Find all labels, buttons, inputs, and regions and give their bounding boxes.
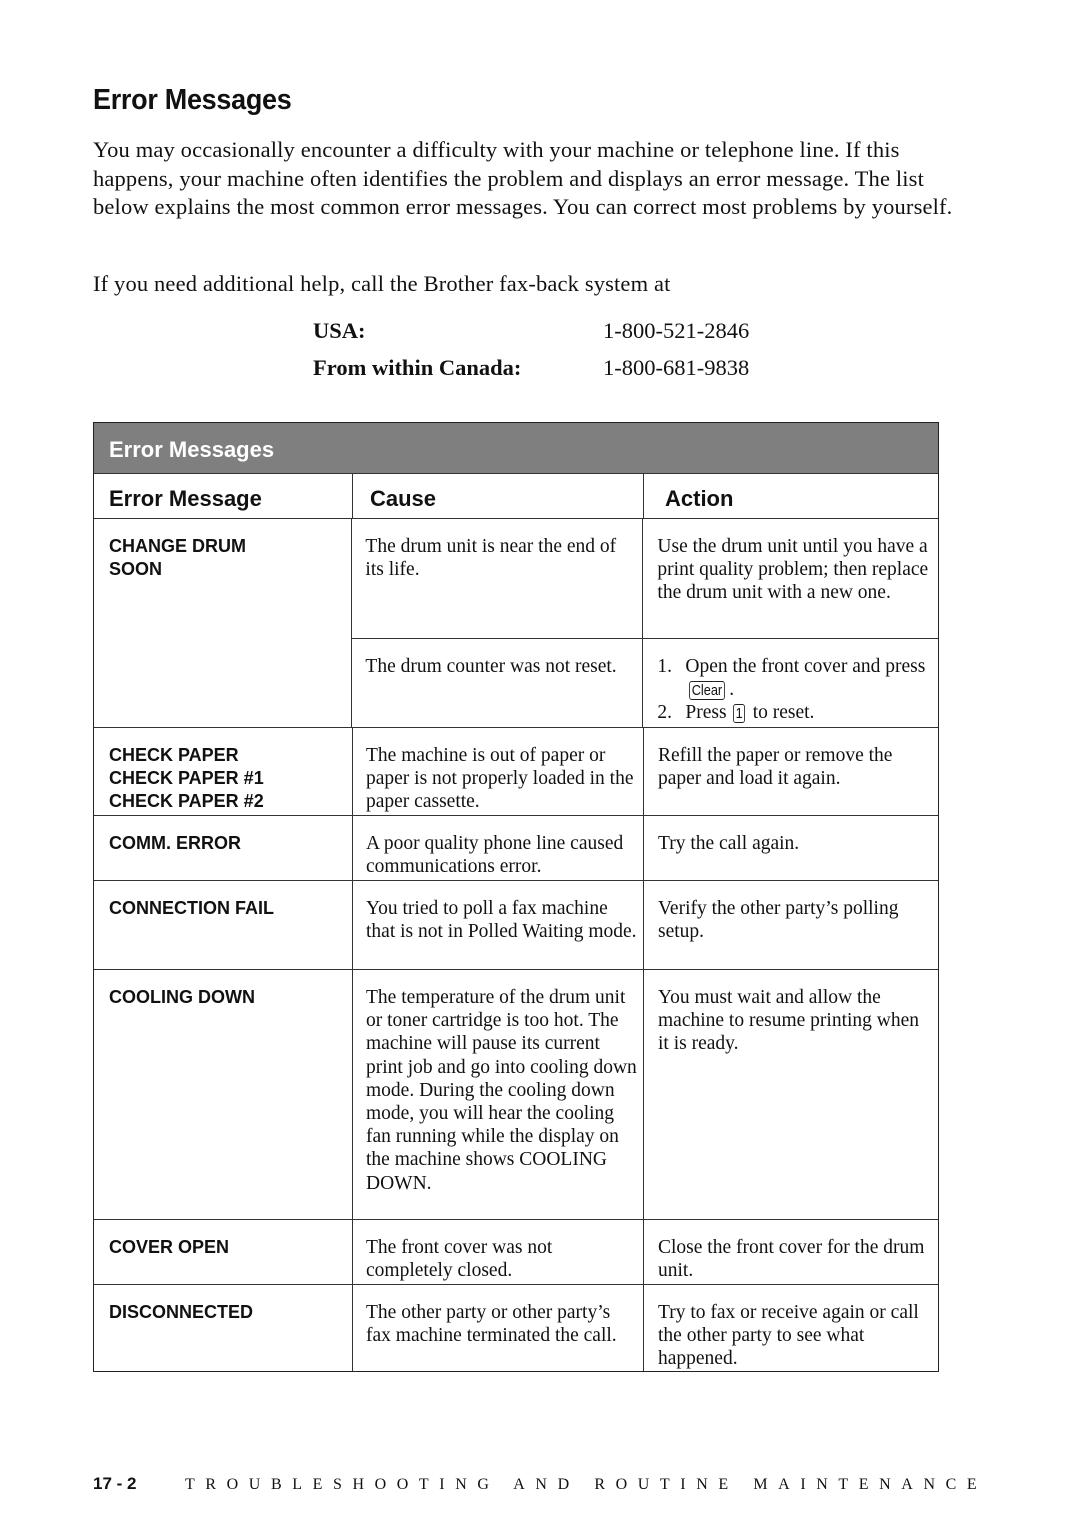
table-row: COMM. ERROR A poor quality phone line ca… — [94, 816, 938, 881]
action-cell: Verify the other party’s polling setup. — [658, 898, 899, 943]
error-message-line: CHECK PAPER — [109, 745, 239, 765]
column-header-action: Action — [665, 486, 734, 511]
error-message-cell: COMM. ERROR — [94, 816, 353, 880]
action-cell: Try to fax or receive again or call the … — [658, 1302, 919, 1370]
step-text-after: to reset. — [752, 702, 815, 724]
error-message-cell: COVER OPEN — [94, 1220, 353, 1284]
table-row: CHANGE DRUM SOON The drum unit is near t… — [94, 519, 938, 728]
contact-number: 1-800-521-2846 — [603, 318, 750, 343]
error-messages-table: Error Messages Error Message Cause Actio… — [93, 422, 939, 1372]
error-message-line: COMM. ERROR — [109, 833, 241, 853]
error-message-line: SOON — [109, 559, 163, 579]
table-header-row: Error Message Cause Action — [94, 474, 938, 519]
error-message-line: CHANGE DRUM — [109, 536, 246, 556]
sub-row: The drum counter was not reset. 1. Open … — [352, 639, 938, 727]
cause-cell: The drum counter was not reset. — [352, 639, 644, 727]
action-cell: You must wait and allow the machine to r… — [658, 987, 920, 1055]
sub-rows: The drum unit is near the end of its lif… — [352, 519, 938, 727]
contact-number: 1-800-681-9838 — [603, 355, 750, 380]
clear-key-icon: Clear — [689, 681, 726, 701]
intro-paragraph: You may occasionally encounter a difficu… — [93, 137, 953, 219]
page-number: 17 - 2 — [93, 1474, 137, 1493]
step-text-after: . — [729, 679, 735, 701]
step-text-before: Open the front cover and press — [685, 656, 926, 677]
step-text: Press 1 to reset. — [685, 701, 814, 724]
table-row: CHECK PAPER CHECK PAPER #1 CHECK PAPER #… — [94, 728, 938, 816]
error-message-line: DISCONNECTED — [109, 1302, 254, 1322]
help-paragraph: If you need additional help, call the Br… — [93, 271, 671, 296]
cause-cell: The drum unit is near the end of its lif… — [352, 519, 644, 638]
action-cell: Refill the paper or remove the paper and… — [658, 745, 893, 790]
contact-canada: From within Canada: 1-800-681-9838 — [313, 355, 749, 381]
step-number: 2. — [657, 702, 673, 724]
contact-usa: USA: 1-800-521-2846 — [313, 318, 749, 344]
step-text-before: Press — [685, 702, 727, 724]
error-message-cell: CHANGE DRUM SOON — [94, 519, 353, 727]
page-title: Error Messages — [93, 84, 292, 116]
table-banner: Error Messages — [94, 423, 938, 474]
sub-row: The drum unit is near the end of its lif… — [352, 519, 938, 639]
chapter-title: TROUBLESHOOTING AND ROUTINE MAINTENANCE — [185, 1476, 988, 1493]
page-footer: 17 - 2 TROUBLESHOOTING AND ROUTINE MAINT… — [93, 1474, 987, 1494]
action-cell: 1. Open the front cover and press Clear.… — [643, 639, 938, 727]
cause-cell: You tried to poll a fax machine that is … — [353, 881, 644, 969]
error-message-line: CHECK PAPER #2 — [109, 791, 264, 811]
cause-cell: The front cover was not completely close… — [353, 1220, 644, 1284]
error-message-line: COVER OPEN — [109, 1237, 230, 1257]
table-row: COVER OPEN The front cover was not compl… — [94, 1220, 938, 1285]
error-message-cell: CONNECTION FAIL — [94, 881, 353, 969]
cause-cell: The machine is out of paper or paper is … — [353, 728, 644, 815]
error-message-line: COOLING DOWN — [109, 987, 255, 1007]
cause-cell: The temperature of the drum unit or tone… — [353, 970, 644, 1219]
error-message-cell: COOLING DOWN — [94, 970, 353, 1219]
action-step: 1. Open the front cover and press Clear. — [657, 655, 932, 701]
error-message-cell: CHECK PAPER CHECK PAPER #1 CHECK PAPER #… — [94, 728, 353, 815]
contact-label: From within Canada: — [313, 355, 522, 380]
number-one-key-icon: 1 — [733, 704, 746, 724]
action-cell: Try the call again. — [658, 833, 800, 854]
cause-cell: A poor quality phone line caused communi… — [353, 816, 644, 880]
action-step: 2. Press 1 to reset. — [657, 701, 932, 724]
step-text: Open the front cover and press Clear. — [685, 655, 932, 701]
error-message-cell: DISCONNECTED — [94, 1285, 353, 1371]
step-number: 1. — [657, 656, 673, 677]
contact-label: USA: — [313, 318, 366, 343]
column-header-cause: Cause — [353, 474, 644, 518]
error-message-line: CHECK PAPER #1 — [109, 768, 264, 788]
error-message-line: CONNECTION FAIL — [109, 898, 274, 918]
table-row: DISCONNECTED The other party or other pa… — [94, 1285, 938, 1371]
column-header-error-message: Error Message — [94, 474, 353, 518]
table-row: CONNECTION FAIL You tried to poll a fax … — [94, 881, 938, 970]
action-cell: Use the drum unit until you have a print… — [657, 536, 929, 604]
table-row: COOLING DOWN The temperature of the drum… — [94, 970, 938, 1220]
cause-cell: The other party or other party’s fax mac… — [353, 1285, 644, 1371]
action-cell: Close the front cover for the drum unit. — [658, 1237, 925, 1282]
